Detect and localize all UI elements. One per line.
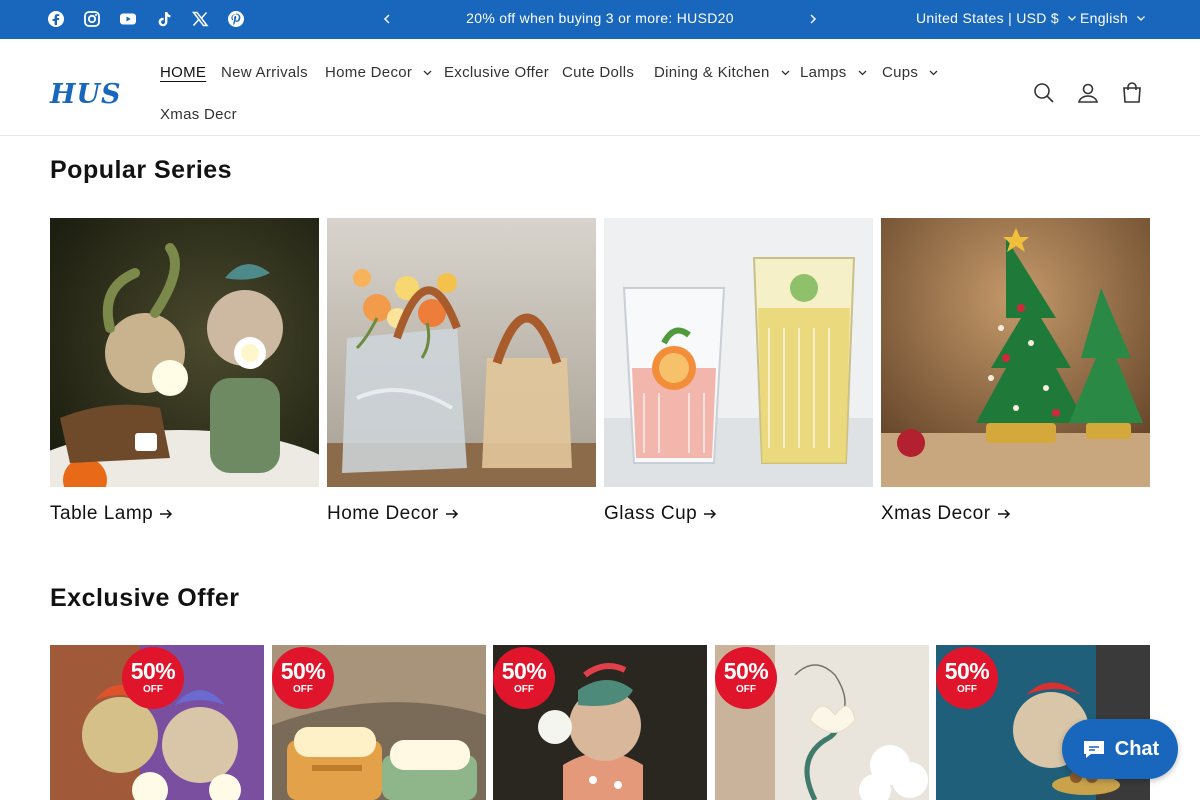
announcement-text: 20% off when buying 3 or more: HUSD20 — [466, 10, 734, 26]
discount-badge: 50% OFF — [936, 647, 998, 709]
offer-product-card[interactable]: 50% OFF — [50, 645, 264, 800]
nav-item-home-decor[interactable]: Home Decor — [325, 64, 433, 81]
next-announcement-button[interactable] — [804, 10, 822, 28]
discount-percent: 50% — [944, 658, 990, 684]
chat-button[interactable]: Chat — [1062, 719, 1178, 779]
nav-item-cups[interactable]: Cups — [882, 64, 939, 81]
offer-product-card[interactable]: 50% OFF — [493, 645, 707, 800]
discount-badge: 50% OFF — [493, 647, 555, 709]
nav-label: Xmas Decr — [160, 106, 237, 123]
discount-badge: 50% OFF — [122, 647, 184, 709]
discount-off-label: OFF — [957, 684, 977, 695]
collection-image — [327, 218, 596, 487]
country-label: United States | USD $ — [916, 10, 1059, 26]
collection-label: Glass Cup — [604, 503, 698, 524]
pinterest-icon[interactable] — [227, 10, 245, 28]
nav-label: New Arrivals — [221, 64, 308, 81]
collection-image — [604, 218, 873, 487]
collection-image — [881, 218, 1150, 487]
nav-label: Cups — [882, 64, 919, 81]
youtube-icon[interactable] — [119, 10, 137, 28]
collection-label: Table Lamp — [50, 503, 154, 524]
cart-icon[interactable] — [1120, 81, 1144, 105]
nav-label: Exclusive Offer — [444, 64, 550, 81]
nav-item-cute-dolls[interactable]: Cute Dolls — [562, 64, 634, 81]
collection-title[interactable]: Home Decor — [327, 503, 459, 525]
nav-item-exclusive-offer[interactable]: Exclusive Offer — [444, 64, 549, 81]
language-selector[interactable]: English — [1080, 10, 1146, 26]
chat-label: Chat — [1114, 737, 1160, 760]
facebook-icon[interactable] — [47, 10, 65, 28]
nav-label: Dining & Kitchen — [654, 64, 770, 81]
nav-label: Lamps — [800, 64, 847, 81]
chevron-down-icon — [858, 70, 866, 76]
offer-product-card[interactable]: 50% OFF — [715, 645, 929, 800]
social-links — [47, 10, 245, 28]
nav-item-lamps[interactable]: Lamps — [800, 64, 868, 81]
site-header: HUS HOME New Arrivals Home Decor Exclusi… — [0, 39, 1200, 136]
collection-label: Xmas Decor — [881, 503, 991, 524]
discount-badge: 50% OFF — [272, 647, 334, 709]
nav-item-new-arrivals[interactable]: New Arrivals — [221, 64, 308, 81]
nav-label: HOME — [160, 64, 207, 81]
chevron-down-icon — [1137, 16, 1145, 21]
collection-card-glass-cup[interactable]: Glass Cup — [604, 218, 873, 524]
announcement-bar: 20% off when buying 3 or more: HUSD20 Un… — [0, 0, 1200, 39]
account-icon[interactable] — [1076, 81, 1100, 105]
chat-bubble-icon — [1083, 741, 1104, 758]
discount-badge: 50% OFF — [715, 647, 777, 709]
arrow-right-icon — [445, 509, 458, 519]
search-icon[interactable] — [1032, 81, 1056, 105]
discount-off-label: OFF — [736, 684, 756, 695]
discount-percent: 50% — [723, 658, 769, 684]
arrow-right-icon — [160, 509, 173, 519]
collection-title[interactable]: Glass Cup — [604, 503, 717, 525]
discount-percent: 50% — [280, 658, 326, 684]
store-logo[interactable]: HUS — [50, 79, 122, 110]
collection-card-xmas-decor[interactable]: Xmas Decor — [881, 218, 1150, 524]
instagram-icon[interactable] — [83, 10, 101, 28]
collection-label: Home Decor — [327, 503, 439, 524]
chevron-down-icon — [781, 70, 790, 76]
discount-percent: 50% — [501, 658, 547, 684]
nav-label: Home Decor — [325, 64, 413, 81]
section-title-exclusive-offer: Exclusive Offer — [50, 584, 240, 612]
language-label: English — [1080, 10, 1129, 26]
section-title-popular-series: Popular Series — [50, 156, 233, 184]
collection-card-home-decor[interactable]: Home Decor — [327, 218, 596, 524]
nav-item-xmas-decr[interactable]: Xmas Decr — [160, 106, 237, 123]
discount-off-label: OFF — [514, 684, 534, 695]
country-selector[interactable]: United States | USD $ — [916, 10, 1077, 26]
previous-announcement-button[interactable] — [378, 10, 396, 28]
x-icon[interactable] — [191, 10, 209, 28]
tiktok-icon[interactable] — [155, 10, 173, 28]
chevron-down-icon — [929, 70, 938, 76]
nav-item-dining-kitchen[interactable]: Dining & Kitchen — [654, 64, 791, 81]
collection-title[interactable]: Xmas Decor — [881, 503, 1011, 525]
discount-off-label: OFF — [293, 684, 313, 695]
discount-off-label: OFF — [143, 684, 163, 695]
nav-label: Cute Dolls — [562, 64, 635, 81]
offer-product-card[interactable]: 50% OFF — [272, 645, 486, 800]
chevron-down-icon — [423, 70, 432, 76]
arrow-right-icon — [704, 509, 717, 519]
nav-item-home[interactable]: HOME — [160, 64, 206, 81]
collection-image — [50, 218, 319, 487]
collection-title[interactable]: Table Lamp — [50, 503, 173, 525]
chevron-down-icon — [1068, 16, 1076, 21]
discount-percent: 50% — [130, 658, 176, 684]
arrow-right-icon — [997, 509, 1010, 519]
collection-card-table-lamp[interactable]: Table Lamp — [50, 218, 319, 524]
